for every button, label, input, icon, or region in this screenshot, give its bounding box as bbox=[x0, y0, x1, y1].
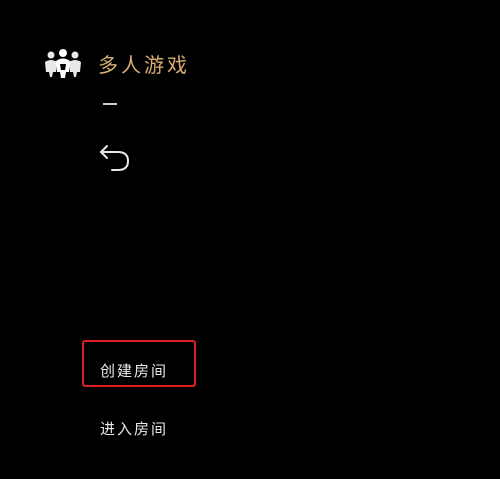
create-room-button[interactable]: 创建房间 bbox=[100, 360, 168, 381]
page-header: 多人游戏 bbox=[44, 46, 190, 80]
title-divider bbox=[103, 103, 117, 105]
back-button[interactable] bbox=[98, 140, 134, 174]
multiplayer-people-icon bbox=[44, 48, 82, 78]
back-arrow-icon bbox=[100, 145, 130, 171]
page-title: 多人游戏 bbox=[98, 52, 190, 77]
join-room-button[interactable]: 进入房间 bbox=[100, 418, 168, 439]
